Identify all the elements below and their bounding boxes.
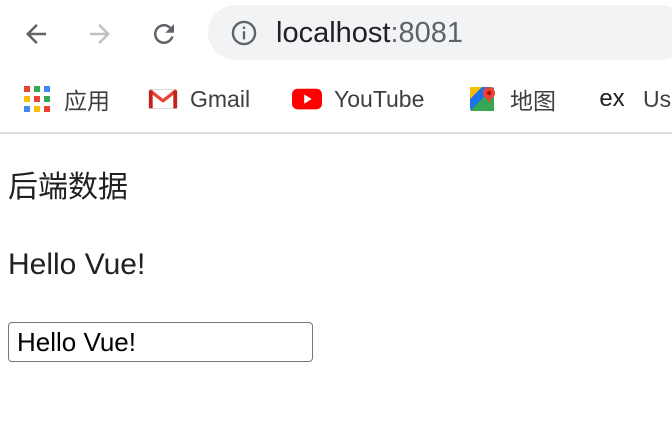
bookmarks-bar: 应用 Gmail YouTube 地图 ex Us xyxy=(0,66,672,134)
arrow-left-icon xyxy=(26,24,46,44)
url-host: localhost xyxy=(276,17,391,49)
bookmark-gmail[interactable]: Gmail xyxy=(148,83,250,115)
ex-icon: ex xyxy=(599,85,625,112)
url-text[interactable]: localhost:8081 xyxy=(276,16,463,50)
bookmark-youtube[interactable]: YouTube xyxy=(292,83,424,115)
bookmark-label: Gmail xyxy=(190,85,251,112)
reload-icon xyxy=(154,24,174,44)
page-heading: 后端数据 xyxy=(8,171,128,204)
maps-icon xyxy=(468,84,498,114)
message-input[interactable] xyxy=(8,322,313,362)
info-icon[interactable] xyxy=(230,19,258,47)
youtube-icon xyxy=(292,84,322,114)
bookmark-label: YouTube xyxy=(334,85,425,112)
bookmark-us[interactable]: ex Us xyxy=(597,83,671,115)
url-port: :8081 xyxy=(390,17,464,49)
bookmark-label: Us xyxy=(643,85,672,112)
address-bar[interactable]: localhost:8081 xyxy=(208,5,672,60)
arrow-right-icon xyxy=(90,24,110,44)
gmail-icon xyxy=(148,84,178,114)
reload-button[interactable] xyxy=(144,14,184,54)
page-content: 后端数据 Hello Vue! xyxy=(0,134,672,442)
bookmark-apps[interactable]: 应用 xyxy=(22,83,110,115)
message-text: Hello Vue! xyxy=(8,248,146,281)
bookmark-label: 地图 xyxy=(510,88,556,114)
bookmark-label: 应用 xyxy=(64,88,110,114)
apps-grid-icon xyxy=(22,84,52,114)
bookmark-maps[interactable]: 地图 xyxy=(468,83,556,115)
back-button[interactable] xyxy=(16,14,56,54)
browser-toolbar: localhost:8081 xyxy=(0,0,672,66)
forward-button[interactable] xyxy=(80,14,120,54)
